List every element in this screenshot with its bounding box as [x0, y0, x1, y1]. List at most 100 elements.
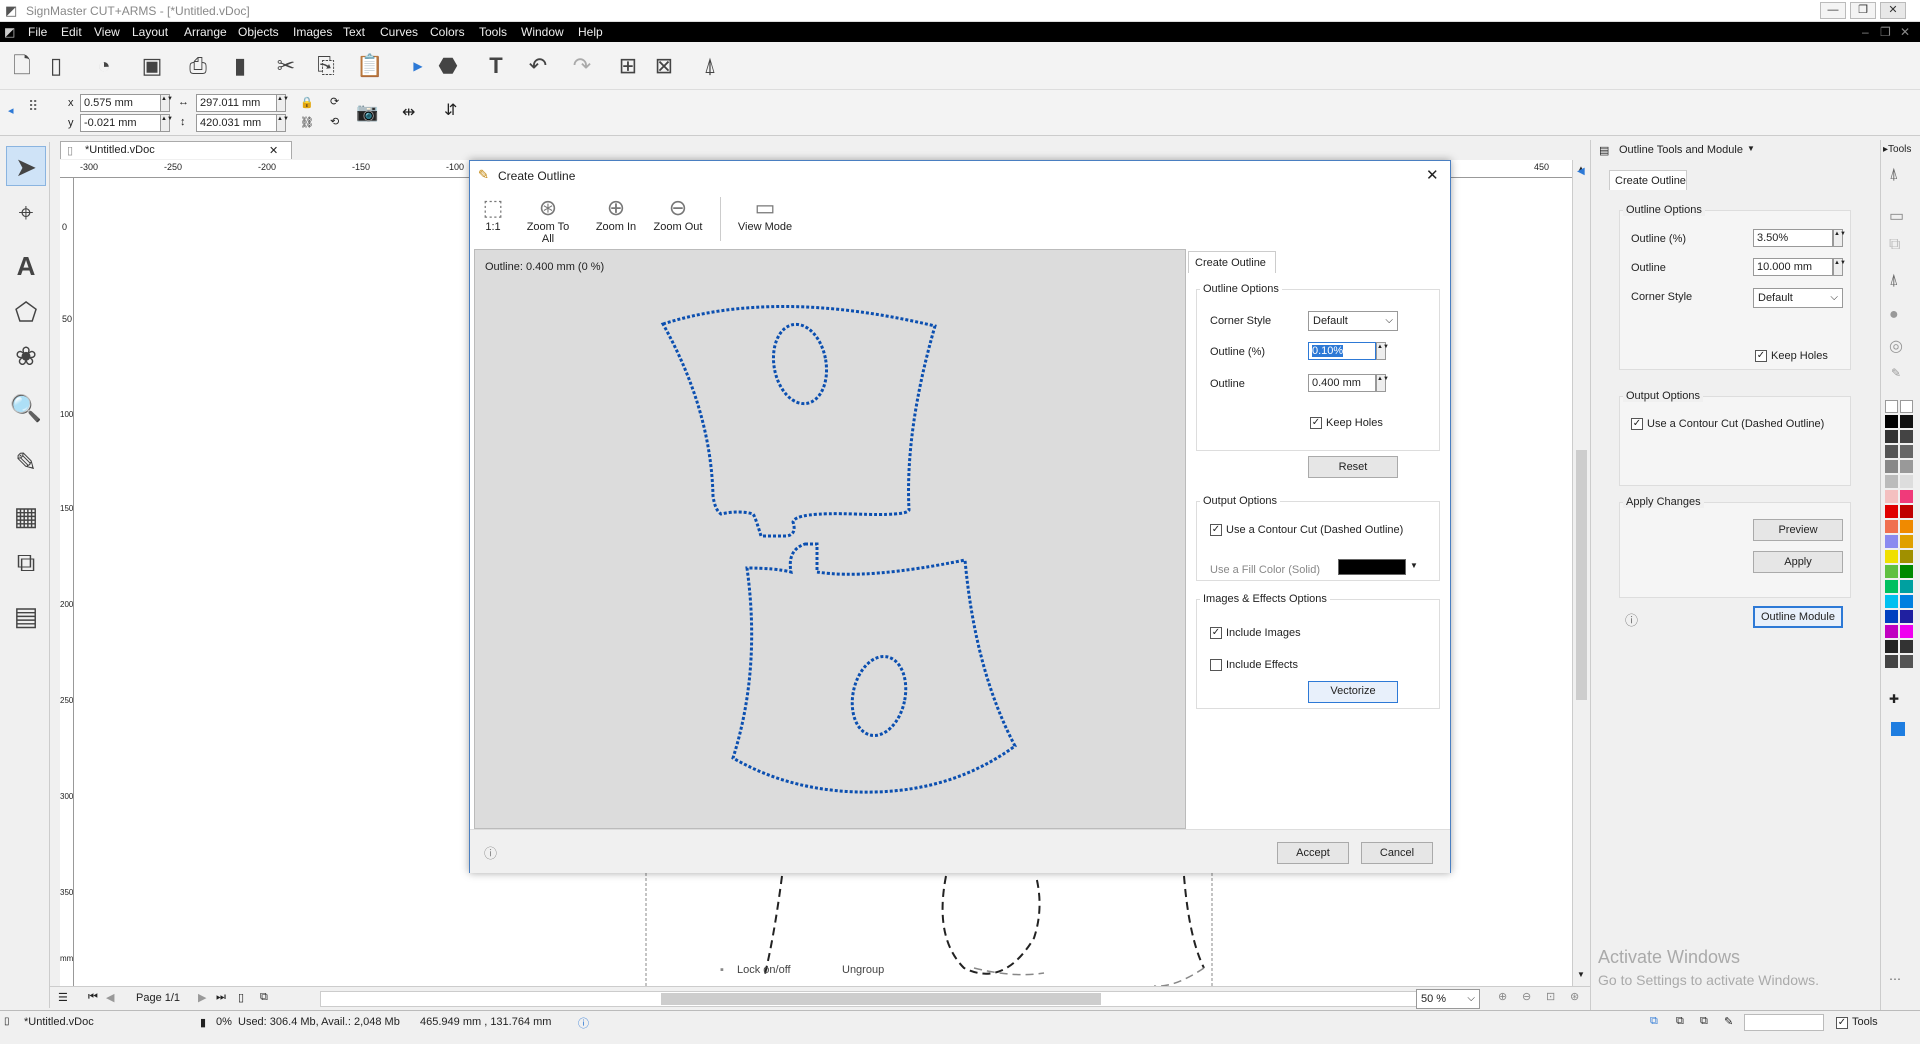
- swatch[interactable]: [1885, 490, 1898, 503]
- outline-field[interactable]: 10.000 mm: [1753, 258, 1833, 276]
- redo-icon[interactable]: ↷: [566, 50, 598, 82]
- zoom-fit-icon[interactable]: ⊡: [1546, 990, 1555, 1003]
- swatch-none[interactable]: [1885, 400, 1898, 413]
- dialog-close-icon[interactable]: ✕: [1426, 166, 1439, 184]
- menu-curves[interactable]: Curves: [380, 25, 418, 39]
- height-field[interactable]: 420.031 mm: [196, 114, 280, 132]
- nav-settings-icon[interactable]: ☰: [58, 991, 68, 1004]
- close-tab-icon[interactable]: ✕: [269, 143, 278, 159]
- circle-icon[interactable]: ●: [1889, 306, 1899, 324]
- swatch[interactable]: [1885, 580, 1898, 593]
- doc-minimize-icon[interactable]: –: [1862, 25, 1869, 39]
- undo-icon[interactable]: ↶: [522, 50, 554, 82]
- snap-icon[interactable]: ⧉: [1650, 1015, 1658, 1028]
- swatch[interactable]: [1900, 550, 1913, 563]
- menu-window[interactable]: Window: [521, 25, 564, 39]
- last-page-icon[interactable]: ⏭: [216, 991, 226, 1004]
- outline-module-button[interactable]: Outline Module: [1753, 606, 1843, 628]
- camera-icon[interactable]: 📷: [356, 102, 378, 123]
- document-tab[interactable]: ▯ *Untitled.vDoc ✕: [60, 141, 292, 159]
- swatch[interactable]: [1885, 595, 1898, 608]
- doc-menu-icon[interactable]: ◩: [4, 25, 15, 39]
- rotate-ccw-icon[interactable]: ⟲: [330, 115, 339, 128]
- swatch-white[interactable]: [1900, 400, 1913, 413]
- cut-icon[interactable]: ✂: [270, 50, 302, 82]
- swatch[interactable]: [1900, 640, 1913, 653]
- pen-tool-icon[interactable]: ✎: [6, 442, 46, 482]
- prev-page-icon[interactable]: ◀: [106, 991, 114, 1004]
- first-page-icon[interactable]: ⏮: [88, 991, 98, 1004]
- swatch[interactable]: [1885, 460, 1898, 473]
- ungroup-icon[interactable]: ⊠: [648, 50, 680, 82]
- dialog-keep-holes-checkbox[interactable]: ✓: [1310, 417, 1322, 429]
- dialog-tab-create-outline[interactable]: Create Outline: [1188, 251, 1276, 273]
- swatch[interactable]: [1900, 430, 1913, 443]
- menu-layout[interactable]: Layout: [132, 25, 168, 39]
- include-effects-checkbox[interactable]: [1210, 659, 1222, 671]
- tools-checkbox[interactable]: ✓: [1836, 1017, 1848, 1029]
- copy-icon[interactable]: ⎘: [310, 50, 342, 82]
- menu-help[interactable]: Help: [578, 25, 603, 39]
- arrow-right-icon[interactable]: ▶: [402, 50, 434, 82]
- doc-restore-icon[interactable]: ❐: [1880, 25, 1891, 39]
- width-spinner[interactable]: ▲▼: [276, 94, 289, 112]
- zoom-tool-icon[interactable]: 🔍: [6, 388, 46, 428]
- link-icon[interactable]: ⛓: [300, 116, 314, 129]
- y-field[interactable]: -0.021 mm: [80, 114, 164, 132]
- scroll-down-icon[interactable]: ▼: [1577, 970, 1585, 979]
- fill-color-swatch[interactable]: [1338, 559, 1406, 575]
- select-tool-icon[interactable]: ➤: [6, 146, 46, 186]
- dialog-help-icon[interactable]: ⓘ: [484, 843, 497, 862]
- keep-holes-checkbox[interactable]: ✓: [1755, 350, 1767, 362]
- outline-pct-spinner[interactable]: ▲▼: [1833, 229, 1846, 247]
- distribute-icon[interactable]: ⧉: [1700, 1015, 1708, 1028]
- mirror-v-icon[interactable]: ⇵: [444, 100, 457, 120]
- swatch[interactable]: [1900, 655, 1913, 668]
- anchor-grid-icon[interactable]: ⠿: [28, 98, 38, 115]
- new-doc-icon[interactable]: 🗋: [6, 50, 38, 82]
- measure-tool-icon[interactable]: ▤: [6, 596, 46, 636]
- outline-tool-icon[interactable]: ⍋: [1889, 166, 1899, 184]
- h-scroll-thumb[interactable]: [661, 993, 1101, 1005]
- mirror-h-icon[interactable]: ⇹: [402, 102, 415, 122]
- menu-tools[interactable]: Tools: [479, 25, 507, 39]
- swatch[interactable]: [1900, 445, 1913, 458]
- swatch[interactable]: [1885, 505, 1898, 518]
- brush-small-icon[interactable]: ✎: [1891, 366, 1901, 380]
- view-mode-button[interactable]: ▭ View Mode: [732, 195, 798, 233]
- panel-header[interactable]: Outline Tools and Module: [1619, 144, 1743, 156]
- vertical-scrollbar[interactable]: ▲ ▼: [1572, 160, 1590, 986]
- fill-color-dropdown-icon[interactable]: ▼: [1410, 561, 1418, 570]
- eyedropper-icon[interactable]: ⍋: [1889, 272, 1899, 290]
- lock-icon[interactable]: 🔒: [300, 96, 314, 109]
- fill-tool-icon[interactable]: ▦: [6, 496, 46, 536]
- swatch[interactable]: [1900, 415, 1913, 428]
- swatch[interactable]: [1900, 565, 1913, 578]
- vectorize-button[interactable]: Vectorize: [1308, 681, 1398, 703]
- minimize-button[interactable]: —: [1820, 2, 1846, 19]
- close-button[interactable]: ✕: [1880, 2, 1906, 19]
- swatch[interactable]: [1885, 535, 1898, 548]
- help-icon[interactable]: ⓘ: [1625, 610, 1638, 629]
- paste-icon[interactable]: 📋: [354, 50, 386, 82]
- text-tool-icon[interactable]: A: [6, 246, 46, 286]
- swatch[interactable]: [1900, 475, 1913, 488]
- apply-button[interactable]: Apply: [1753, 551, 1843, 573]
- swatch[interactable]: [1900, 460, 1913, 473]
- swatch[interactable]: [1900, 490, 1913, 503]
- dialog-corner-style-select[interactable]: Default: [1308, 311, 1398, 331]
- swatch[interactable]: [1885, 415, 1898, 428]
- layer-icon[interactable]: ▭: [1889, 206, 1904, 226]
- zoom-out-button[interactable]: ⊖ Zoom Out: [650, 195, 706, 233]
- swatch[interactable]: [1885, 610, 1898, 623]
- x-field[interactable]: 0.575 mm: [80, 94, 164, 112]
- text-tool-icon[interactable]: T: [480, 50, 512, 82]
- swatch[interactable]: [1885, 640, 1898, 653]
- corner-style-select[interactable]: Default: [1753, 288, 1843, 308]
- weed-tool-icon[interactable]: ⧉: [6, 542, 46, 582]
- outline-spinner[interactable]: ▲▼: [1833, 258, 1846, 276]
- dialog-outline-pct-spinner[interactable]: ▲▼: [1376, 342, 1389, 360]
- swatch[interactable]: [1885, 625, 1898, 638]
- swatch[interactable]: [1885, 445, 1898, 458]
- swatch[interactable]: [1900, 520, 1913, 533]
